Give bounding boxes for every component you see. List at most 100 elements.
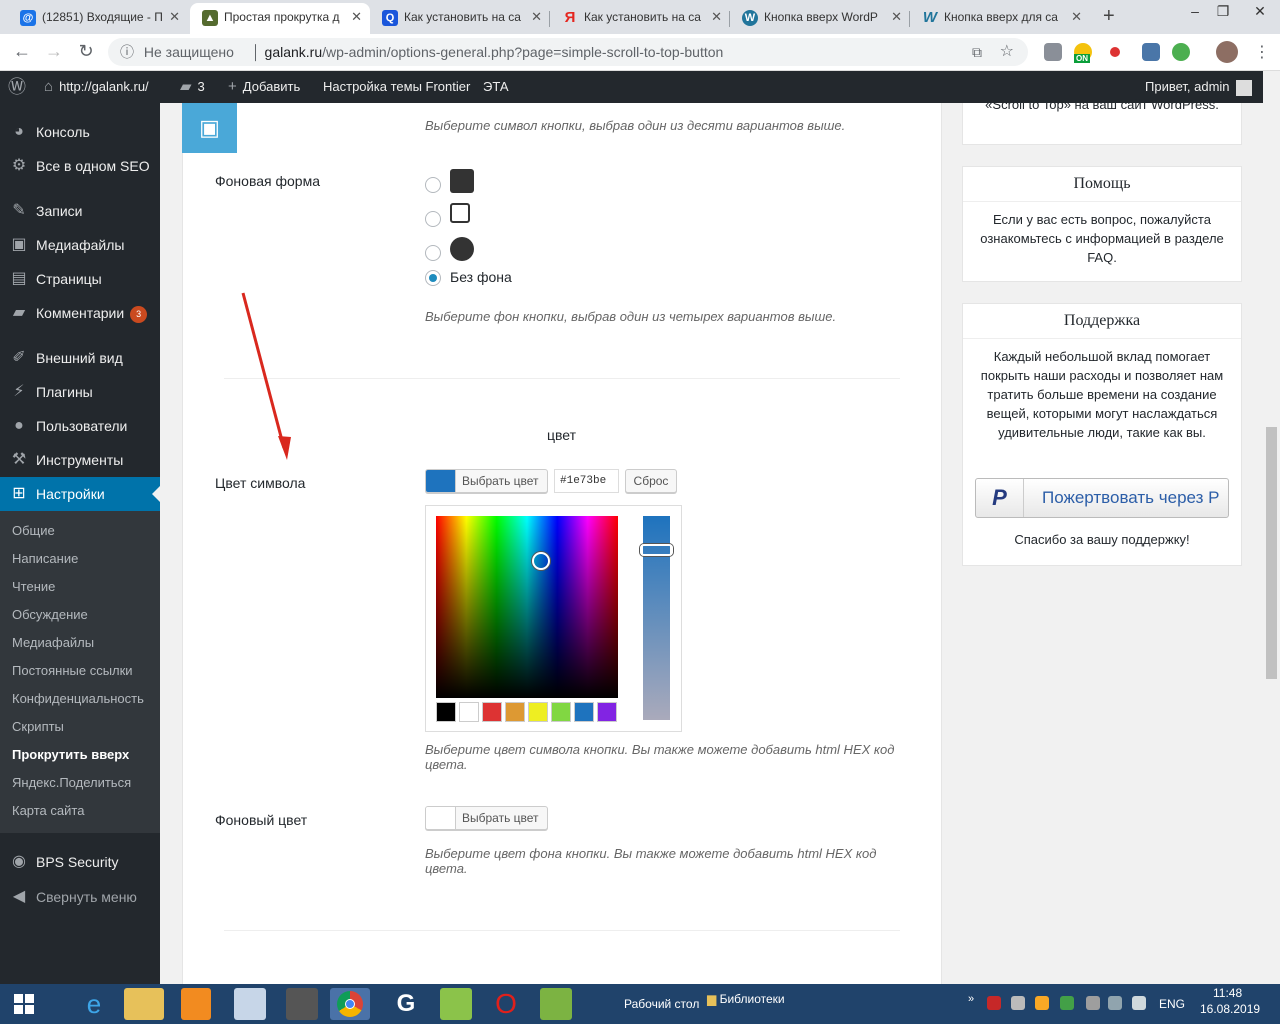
restore-icon[interactable]: ❐ [1206, 0, 1240, 26]
collapse-menu-button[interactable]: ◀ Свернуть меню [0, 880, 160, 914]
close-tab-icon[interactable]: ✕ [711, 3, 722, 31]
extension-icon[interactable] [1044, 43, 1062, 61]
start-windows-icon[interactable] [4, 988, 44, 1020]
tray-icon[interactable] [1035, 996, 1049, 1010]
close-tab-icon[interactable]: ✕ [891, 3, 902, 31]
address-bar[interactable]: ⓘ Не защищено │ galank.ru/wp-admin/option… [108, 38, 1028, 66]
wordpress-logo-icon[interactable]: Ⓦ [8, 71, 26, 103]
symbol-color-choose-button[interactable]: Выбрать цвет [425, 469, 548, 493]
adminbar-eta[interactable]: ЭТА [483, 71, 509, 103]
close-tab-icon[interactable]: ✕ [351, 3, 362, 31]
sidebar-item-plugins[interactable]: ⚡ Плагины [0, 375, 160, 409]
submenu-scroll-to-top[interactable]: Прокрутить вверх [12, 745, 129, 765]
adminbar-theme-customize[interactable]: Настройка темы Frontier [323, 71, 470, 103]
paypal-donate-button[interactable]: P Пожертвовать через P [975, 478, 1229, 518]
color-gradient-square[interactable] [436, 516, 618, 698]
sidebar-item-bps-security[interactable]: ◉ BPS Security [0, 845, 160, 879]
square-filled-shape[interactable] [450, 169, 474, 193]
internet-explorer-icon[interactable]: e [74, 988, 114, 1020]
new-tab-button[interactable]: + [1103, 5, 1115, 28]
tab-search-yandex[interactable]: Я Как установить на са ✕ [550, 3, 730, 34]
extension-icon[interactable] [1172, 43, 1190, 61]
sidebar-item-seo[interactable]: ⚙ Все в одном SEO [0, 149, 160, 183]
sidebar-item-settings[interactable]: ⊞ Настройки [0, 477, 160, 511]
reset-button[interactable]: Сброс [625, 469, 677, 493]
sidebar-item-pages[interactable]: ▤ Страницы [0, 262, 160, 296]
adminbar-site-link[interactable]: ⌂ http://galank.ru/ [44, 71, 149, 103]
chrome-icon[interactable] [330, 988, 370, 1020]
media-player-icon[interactable] [181, 988, 211, 1020]
sidebar-item-appearance[interactable]: ✐ Внешний вид [0, 341, 160, 375]
close-tab-icon[interactable]: ✕ [1071, 3, 1082, 31]
save-button[interactable]: ▣ [182, 103, 237, 153]
square-outline-shape[interactable] [450, 203, 470, 223]
notepad-app-icon[interactable] [540, 988, 572, 1020]
tray-expand-icon[interactable]: » [968, 984, 974, 1014]
close-tab-icon[interactable]: ✕ [169, 3, 180, 31]
ghost-app-icon[interactable] [286, 988, 318, 1020]
bg-shape-radio-circle[interactable] [425, 245, 441, 261]
submenu-writing[interactable]: Написание [12, 549, 78, 569]
vk-icon[interactable] [1142, 43, 1160, 61]
tray-icon[interactable] [987, 996, 1001, 1010]
palette-swatch-purple[interactable] [597, 702, 617, 722]
menu-dots-icon[interactable]: ⋮ [1254, 42, 1270, 62]
volume-icon[interactable] [1132, 996, 1146, 1010]
extension-icon[interactable] [1110, 47, 1120, 57]
g-app-icon[interactable]: G [386, 988, 426, 1020]
tray-icon[interactable] [1011, 996, 1025, 1010]
submenu-discussion[interactable]: Обсуждение [12, 605, 88, 625]
palette-swatch-red[interactable] [482, 702, 502, 722]
taskbar-libraries[interactable]: ▆ Библиотеки [707, 984, 785, 1014]
submenu-privacy[interactable]: Конфиденциальность [12, 689, 144, 709]
profile-avatar[interactable] [1216, 41, 1238, 63]
palette-swatch-blue[interactable] [574, 702, 594, 722]
window-app-icon[interactable] [234, 988, 266, 1020]
hex-color-input[interactable]: #1e73be [554, 469, 619, 493]
sidebar-item-media[interactable]: ▣ Медиафайлы [0, 228, 160, 262]
sidebar-item-posts[interactable]: ✎ Записи [0, 194, 160, 228]
submenu-permalinks[interactable]: Постоянные ссылки [12, 661, 133, 681]
bg-shape-radio-outline[interactable] [425, 211, 441, 227]
circle-filled-shape[interactable] [450, 237, 474, 261]
tab-search-1[interactable]: Q Как установить на са ✕ [370, 3, 550, 34]
bookmark-star-icon[interactable]: ☆ [1000, 38, 1014, 66]
back-arrow-icon[interactable]: ← [10, 41, 34, 62]
tray-icon[interactable] [1060, 996, 1074, 1010]
bg-shape-radio-square[interactable] [425, 177, 441, 193]
submenu-scripts[interactable]: Скрипты [12, 717, 64, 737]
opera-icon[interactable]: O [486, 988, 526, 1020]
sidebar-item-tools[interactable]: ⚒ Инструменты [0, 443, 160, 477]
reload-icon[interactable]: ↻ [74, 41, 98, 62]
adminbar-add-new[interactable]: + Добавить [228, 71, 300, 103]
tab-wordpress[interactable]: W Кнопка вверх WordP ✕ [730, 3, 910, 34]
sidebar-item-console[interactable]: ◕ Консоль [0, 115, 160, 149]
scrollbar-thumb[interactable] [1266, 427, 1277, 679]
vertical-scrollbar[interactable] [1263, 71, 1280, 984]
bg-color-choose-button[interactable]: Выбрать цвет [425, 806, 548, 830]
submenu-yandex-share[interactable]: Яндекс.Поделиться [12, 773, 131, 793]
adminbar-comments[interactable]: ▰ 3 [180, 71, 205, 103]
sidebar-item-comments[interactable]: ▰ Комментарии 3 [0, 296, 160, 330]
forward-arrow-icon[interactable]: → [42, 41, 66, 62]
color-picker-cursor[interactable] [532, 552, 550, 570]
sidebar-item-users[interactable]: ● Пользователи [0, 409, 160, 443]
tab-wiki[interactable]: W Кнопка вверх для са ✕ [910, 3, 1090, 34]
submenu-media[interactable]: Медиафайлы [12, 633, 94, 653]
taskbar-desktop[interactable]: Рабочий стол [624, 989, 699, 1019]
tab-inbox[interactable]: @ (12851) Входящие - П ✕ [8, 3, 188, 34]
palette-swatch-white[interactable] [459, 702, 479, 722]
bluestacks-icon[interactable] [440, 988, 472, 1020]
bg-shape-radio-none[interactable] [425, 270, 441, 286]
close-tab-icon[interactable]: ✕ [531, 3, 542, 31]
clock-date[interactable]: 16.08.2019 [1200, 994, 1260, 1024]
tab-scroll-plugin[interactable]: ▲ Простая прокрутка д ✕ [190, 3, 370, 34]
translate-icon[interactable]: ⧉ [972, 38, 982, 66]
palette-swatch-yellow[interactable] [528, 702, 548, 722]
info-icon[interactable]: ⓘ [120, 44, 134, 60]
submenu-reading[interactable]: Чтение [12, 577, 55, 597]
slider-handle[interactable] [640, 544, 673, 556]
close-window-icon[interactable]: ✕ [1240, 0, 1280, 26]
language-indicator[interactable]: ENG [1159, 989, 1185, 1019]
submenu-general[interactable]: Общие [12, 521, 55, 541]
